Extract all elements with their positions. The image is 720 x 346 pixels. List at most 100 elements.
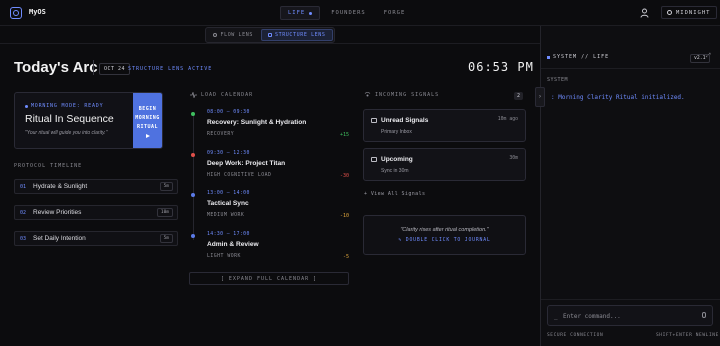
morning-mode-card: MORNING MODE: READY Ritual In Sequence "…	[14, 92, 163, 149]
system-dot-icon	[547, 55, 550, 59]
protocol-num: 01	[20, 183, 27, 190]
signals-heading-label: INCOMING SIGNALS	[375, 92, 440, 98]
pencil-icon: ✎	[398, 238, 403, 243]
event-time: 14:30 — 17:00	[207, 232, 250, 237]
lens-status: STRUCTURE LENS ACTIVE	[128, 66, 213, 72]
calendar-icon	[371, 157, 377, 162]
structure-lens-button[interactable]: STRUCTURE LENS	[260, 28, 333, 41]
newline-hint: SHIFT+ENTER NEWLINE	[656, 333, 719, 338]
play-icon	[145, 134, 150, 138]
timeline-line	[193, 115, 194, 240]
begin-line-3: RITUAL	[136, 124, 159, 130]
nav-life[interactable]: LIFE	[280, 6, 321, 20]
flow-lens-label: FLOW LENS	[220, 31, 253, 38]
event-dot	[191, 153, 195, 157]
brand-name: MyOS	[29, 8, 46, 16]
mode-status-label: MORNING MODE: READY	[31, 103, 104, 109]
event-score: -5	[342, 254, 349, 260]
event-time: 09:30 — 12:30	[207, 151, 250, 156]
command-input[interactable]	[563, 311, 693, 321]
mail-icon	[371, 118, 377, 123]
nav-founders-label: FOUNDERS	[331, 10, 366, 16]
main-nav: LIFE FOUNDERS FORGE	[280, 6, 412, 20]
protocol-label: Set Daily Intention	[33, 235, 86, 242]
event-score: -30	[339, 173, 349, 179]
event-title: Recovery: Sunlight & Hydration	[207, 119, 307, 126]
signal-subtitle: Primary Inbox	[381, 129, 412, 135]
lens-switcher: FLOW LENS STRUCTURE LENS	[205, 26, 335, 43]
event-type: MEDIUM WORK	[207, 213, 245, 218]
mode-title: Ritual In Sequence	[25, 113, 114, 125]
event-type: LIGHT WORK	[207, 254, 241, 259]
event-title: Tactical Sync	[207, 200, 249, 207]
event-type: RECOVERY	[207, 132, 235, 137]
sun-icon	[667, 10, 672, 15]
prompt-cursor: _	[554, 313, 558, 320]
theme-label: MIDNIGHT	[676, 9, 711, 16]
journal-action: ✎ DOUBLE CLICK TO JOURNAL	[364, 238, 525, 243]
panel-toggle-button[interactable]: ›	[535, 87, 545, 107]
chevron-right-icon: ›	[539, 94, 541, 100]
journal-action-label: DOUBLE CLICK TO JOURNAL	[405, 238, 491, 243]
signal-title: Upcoming	[381, 156, 413, 163]
structure-lens-label: STRUCTURE LENS	[274, 31, 326, 38]
protocol-duration: 5m	[159, 234, 173, 243]
event-time: 13:00 — 14:00	[207, 191, 250, 196]
event-title: Admin & Review	[207, 241, 259, 248]
signals-heading: INCOMING SIGNALS	[364, 92, 439, 98]
nav-forge[interactable]: FORGE	[377, 6, 413, 20]
begin-line-2: MORNING	[135, 115, 160, 121]
theme-toggle-button[interactable]: MIDNIGHT	[661, 6, 717, 19]
protocol-item[interactable]: 01 Hydrate & Sunlight 5m	[14, 179, 178, 194]
status-dot-icon	[25, 104, 28, 108]
event-time: 08:00 — 09:30	[207, 110, 250, 115]
signal-card[interactable]: Unread Signals Primary Inbox 10m ago	[363, 109, 526, 142]
protocol-num: 02	[20, 209, 27, 216]
signal-time: 10m ago	[497, 117, 518, 122]
app-root: MyOS LIFE FOUNDERS FORGE MIDNIGHT FLOW L…	[0, 0, 720, 346]
mic-icon[interactable]	[702, 312, 706, 318]
expand-calendar-button[interactable]: [ EXPAND FULL CALENDAR ]	[189, 272, 349, 285]
quote-text: "Clarity rises after ritual completion."	[400, 227, 489, 233]
event-dot	[191, 112, 195, 116]
system-heading-label: SYSTEM // LIFE	[553, 54, 610, 60]
journal-quote-card[interactable]: "Clarity rises after ritual completion."…	[363, 215, 526, 255]
calendar-heading-label: LOAD CALENDAR	[201, 92, 254, 98]
user-icon[interactable]	[640, 8, 649, 18]
flow-lens-button[interactable]: FLOW LENS	[207, 29, 259, 41]
system-panel	[540, 44, 720, 346]
event-dot	[191, 234, 195, 238]
begin-ritual-button[interactable]: BEGIN MORNING RITUAL	[133, 93, 162, 148]
view-all-signals-link[interactable]: + View All Signals	[364, 191, 425, 197]
lens-bar: FLOW LENS STRUCTURE LENS	[0, 26, 540, 44]
expand-icon[interactable]: ⤢	[706, 53, 711, 60]
divider	[541, 68, 720, 69]
nav-forge-label: FORGE	[383, 10, 406, 16]
nav-founders[interactable]: FOUNDERS	[324, 6, 373, 20]
system-log-line: : Morning Clarity Ritual initialized.	[551, 94, 685, 101]
mode-subtitle: "Your ritual will guide you into clarity…	[25, 130, 108, 136]
signals-count-badge: 2	[514, 92, 524, 100]
command-box: _	[547, 305, 713, 326]
pulse-icon	[190, 92, 197, 98]
signal-card[interactable]: Upcoming Sync in 30m 30m	[363, 148, 526, 181]
event-score: -10	[339, 213, 349, 219]
signal-title: Unread Signals	[381, 117, 429, 124]
protocol-label: Review Priorities	[33, 209, 82, 216]
protocol-duration: 10m	[156, 208, 173, 217]
protocol-item[interactable]: 03 Set Daily Intention 5m	[14, 231, 178, 246]
nav-life-label: LIFE	[288, 10, 306, 16]
logo-icon[interactable]	[10, 7, 22, 19]
calendar-heading: LOAD CALENDAR	[190, 92, 253, 98]
top-bar: MyOS LIFE FOUNDERS FORGE MIDNIGHT	[0, 0, 720, 26]
flow-lens-icon	[213, 32, 218, 37]
signal-icon	[364, 92, 371, 97]
signal-time: 30m	[509, 156, 518, 161]
secure-connection-status: SECURE CONNECTION	[547, 333, 604, 338]
event-title: Deep Work: Project Titan	[207, 160, 286, 167]
signal-subtitle: Sync in 30m	[381, 168, 409, 174]
right-panel-top	[540, 26, 720, 44]
page-title: Today's Arc	[14, 59, 98, 76]
protocol-item[interactable]: 02 Review Priorities 10m	[14, 205, 178, 220]
begin-line-1: BEGIN	[138, 106, 157, 112]
